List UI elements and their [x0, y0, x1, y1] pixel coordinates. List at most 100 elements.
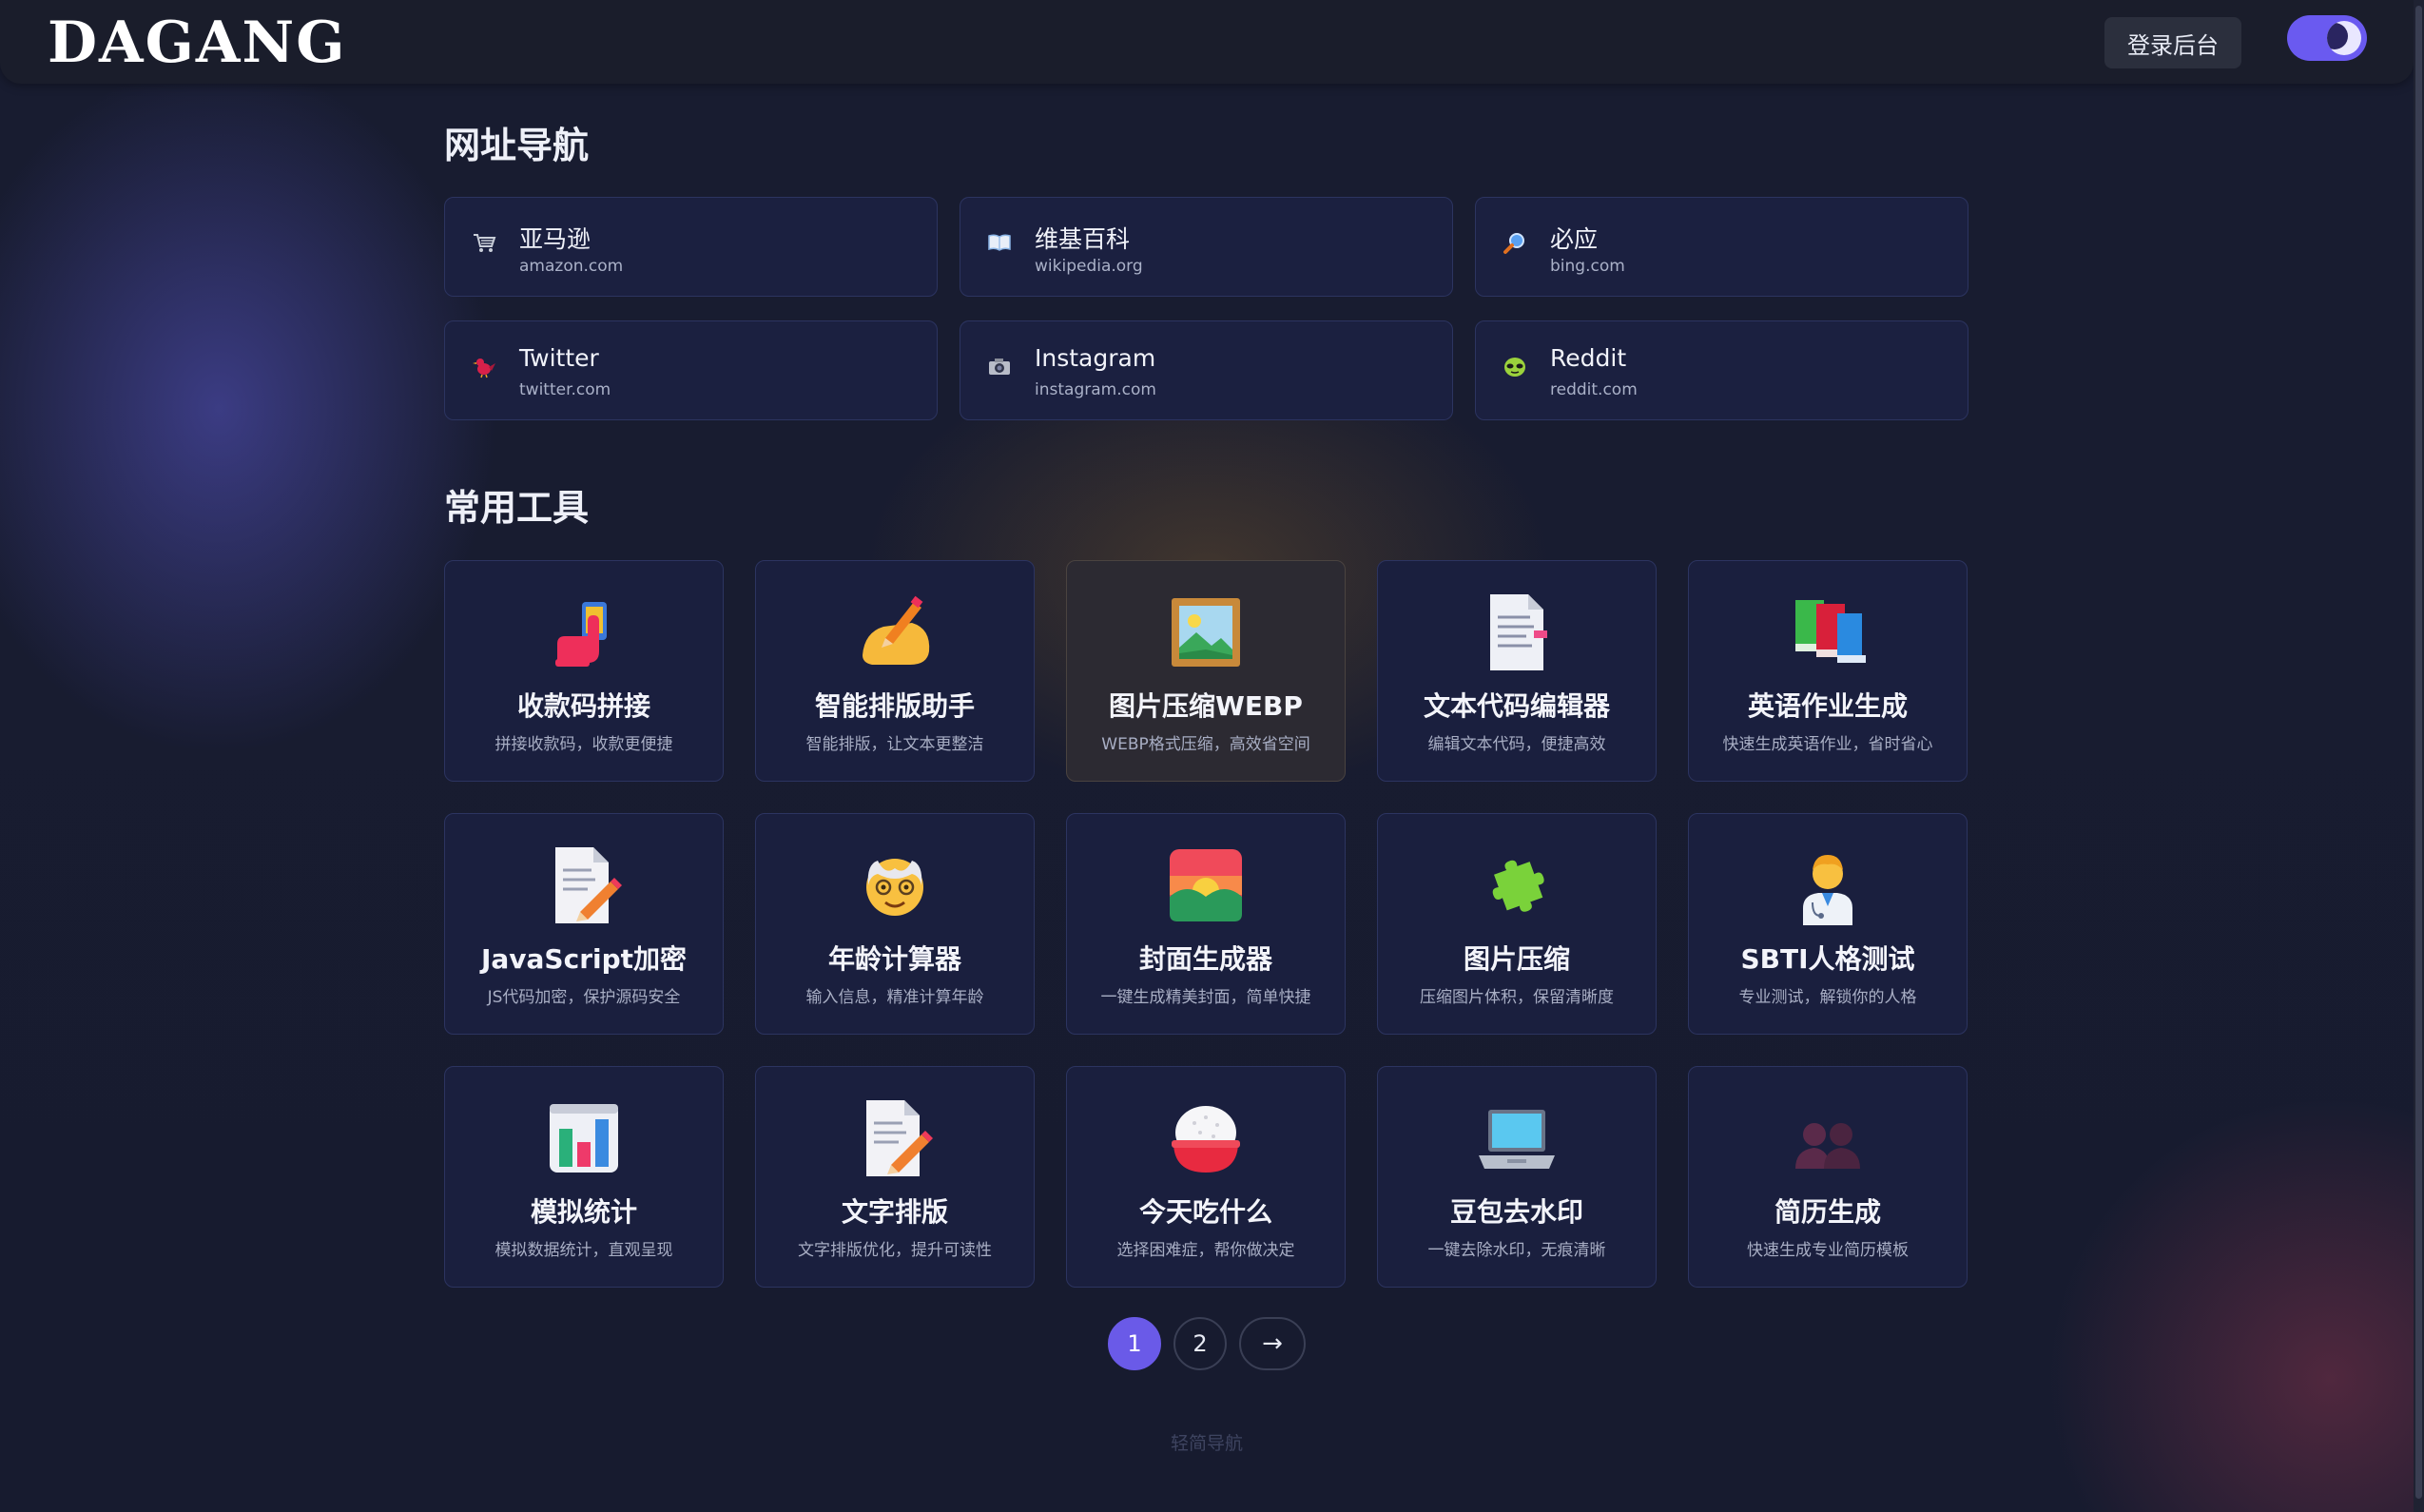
next-page-button[interactable]: → — [1239, 1317, 1306, 1370]
tool-card[interactable]: JavaScript加密 JS代码加密，保护源码安全 — [444, 813, 724, 1035]
laptop-icon — [1378, 1099, 1656, 1177]
old-man-icon — [756, 846, 1034, 924]
tool-card[interactable]: 模拟统计 模拟数据统计，直观呈现 — [444, 1066, 724, 1288]
tool-card-name: 智能排版助手 — [814, 690, 975, 722]
books-icon — [1689, 593, 1967, 671]
nav-card-url: reddit.com — [1550, 380, 1638, 399]
nav-card-reddit[interactable]: Reddit reddit.com — [1475, 320, 1968, 420]
page-button-1[interactable]: 1 — [1108, 1317, 1161, 1370]
nav-card-url: instagram.com — [1035, 380, 1156, 399]
nav-card-name: Reddit — [1550, 344, 1627, 372]
nav-card-bing[interactable]: 必应 bing.com — [1475, 197, 1968, 297]
tool-grid: 收款码拼接 拼接收款码，收款更便捷 智能排版助手 智能排版，让文本更整洁 图片压… — [444, 560, 1968, 1288]
tool-card[interactable]: 文本代码编辑器 编辑文本代码，便捷高效 — [1377, 560, 1657, 782]
top-header: DAGANG 登录后台 — [0, 0, 2414, 84]
page-button-2[interactable]: 2 — [1173, 1317, 1227, 1370]
nav-card-instagram[interactable]: Instagram instagram.com — [960, 320, 1453, 420]
tool-card-desc: 智能排版，让文本更整洁 — [805, 735, 984, 754]
pagination: 1 2 → — [1108, 1317, 1306, 1370]
nav-card-name: Twitter — [519, 344, 599, 372]
sunrise-icon — [1067, 846, 1345, 924]
tool-card-desc: 压缩图片体积，保留清晰度 — [1420, 988, 1614, 1007]
tool-card-name: 封面生成器 — [1138, 943, 1272, 975]
theme-toggle[interactable] — [2287, 15, 2367, 61]
tool-card-desc: 快速生成专业简历模板 — [1747, 1241, 1909, 1260]
tool-card-name: 豆包去水印 — [1449, 1196, 1583, 1228]
tool-card-name: 英语作业生成 — [1747, 690, 1908, 722]
footer-text: 轻简导航 — [1170, 1433, 1243, 1454]
tool-card-name: SBTI人格测试 — [1740, 943, 1915, 975]
tool-card-desc: 专业测试，解锁你的人格 — [1738, 988, 1917, 1007]
book-icon — [987, 232, 1016, 253]
framed-picture-icon — [1067, 593, 1345, 671]
memo-icon — [445, 846, 723, 924]
people-icon — [1689, 1099, 1967, 1177]
tool-card-name: JavaScript加密 — [480, 943, 688, 975]
tool-card[interactable]: 英语作业生成 快速生成英语作业，省时省心 — [1688, 560, 1968, 782]
rice-bowl-icon — [1067, 1099, 1345, 1177]
tool-card[interactable]: 收款码拼接 拼接收款码，收款更便捷 — [444, 560, 724, 782]
tool-card-name: 年龄计算器 — [827, 943, 961, 975]
tool-card[interactable]: 简历生成 快速生成专业简历模板 — [1688, 1066, 1968, 1288]
login-button[interactable]: 登录后台 — [2104, 17, 2241, 68]
tool-card[interactable]: 图片压缩WEBP WEBP格式压缩，高效省空间 — [1066, 560, 1346, 782]
doctor-icon — [1689, 846, 1967, 925]
nav-section-title: 网址导航 — [444, 125, 590, 166]
page: DAGANG 登录后台 网址导航 亚马逊 amazon.com 维基百科 wik… — [0, 0, 2424, 1512]
nav-card-name: 维基百科 — [1035, 225, 1131, 253]
nav-card-url: amazon.com — [519, 257, 624, 276]
nav-grid: 亚马逊 amazon.com 维基百科 wikipedia.org 必应 bin… — [444, 197, 1968, 420]
tool-card-name: 简历生成 — [1774, 1196, 1881, 1228]
nav-card-amazon[interactable]: 亚马逊 amazon.com — [444, 197, 938, 297]
site-logo[interactable]: DAGANG — [48, 11, 346, 74]
tool-card-name: 模拟统计 — [530, 1196, 637, 1228]
nav-card-name: 亚马逊 — [519, 225, 591, 253]
tool-card-desc: 选择困难症，帮你做决定 — [1116, 1241, 1295, 1260]
tool-card[interactable]: 图片压缩 压缩图片体积，保留清晰度 — [1377, 813, 1657, 1035]
memo-icon — [756, 1099, 1034, 1177]
tool-card-name: 图片压缩WEBP — [1109, 690, 1303, 722]
nav-card-url: twitter.com — [519, 380, 611, 399]
tool-card-desc: 一键去除水印，无痕清晰 — [1427, 1241, 1606, 1260]
bird-icon — [472, 356, 500, 378]
camera-icon — [987, 356, 1016, 377]
nav-card-name: Instagram — [1035, 344, 1156, 372]
tool-card-name: 文字排版 — [841, 1196, 948, 1228]
cart-icon — [472, 232, 500, 255]
tool-card-desc: 拼接收款码，收款更便捷 — [494, 735, 673, 754]
puzzle-icon — [1378, 846, 1656, 924]
tool-card[interactable]: 今天吃什么 选择困难症，帮你做决定 — [1066, 1066, 1346, 1288]
alien-icon — [1503, 356, 1531, 378]
tool-card-desc: 模拟数据统计，直观呈现 — [494, 1241, 673, 1260]
bar-chart-icon — [445, 1099, 723, 1177]
tools-section-title: 常用工具 — [444, 487, 590, 529]
writing-hand-icon — [756, 593, 1034, 671]
tool-card-name: 今天吃什么 — [1138, 1196, 1272, 1228]
tool-card-desc: 文字排版优化，提升可读性 — [798, 1241, 992, 1260]
tool-card-name: 收款码拼接 — [516, 690, 650, 722]
nav-card-wikipedia[interactable]: 维基百科 wikipedia.org — [960, 197, 1453, 297]
tool-card[interactable]: SBTI人格测试 专业测试，解锁你的人格 — [1688, 813, 1968, 1035]
tool-card-desc: JS代码加密，保护源码安全 — [487, 988, 681, 1007]
tool-card-desc: 编辑文本代码，便捷高效 — [1427, 735, 1606, 754]
tool-card[interactable]: 年龄计算器 输入信息，精准计算年龄 — [755, 813, 1035, 1035]
tool-card-desc: 快速生成英语作业，省时省心 — [1722, 735, 1933, 754]
tool-card[interactable]: 封面生成器 一键生成精美封面，简单快捷 — [1066, 813, 1346, 1035]
phone-hand-icon — [445, 593, 723, 671]
nav-card-url: bing.com — [1550, 257, 1625, 276]
nav-card-twitter[interactable]: Twitter twitter.com — [444, 320, 938, 420]
scrollbar-thumb[interactable] — [2415, 6, 2422, 1499]
magnifier-icon — [1503, 232, 1531, 255]
document-icon — [1378, 593, 1656, 671]
moon-icon — [2327, 21, 2361, 55]
nav-card-name: 必应 — [1550, 225, 1599, 253]
tool-card-desc: 一键生成精美封面，简单快捷 — [1100, 988, 1311, 1007]
tool-card[interactable]: 豆包去水印 一键去除水印，无痕清晰 — [1377, 1066, 1657, 1288]
tool-card[interactable]: 文字排版 文字排版优化，提升可读性 — [755, 1066, 1035, 1288]
tool-card-desc: 输入信息，精准计算年龄 — [805, 988, 984, 1007]
tool-card-name: 文本代码编辑器 — [1423, 690, 1610, 722]
nav-card-url: wikipedia.org — [1035, 257, 1143, 276]
tool-card-desc: WEBP格式压缩，高效省空间 — [1101, 735, 1310, 754]
tool-card-name: 图片压缩 — [1463, 943, 1570, 975]
tool-card[interactable]: 智能排版助手 智能排版，让文本更整洁 — [755, 560, 1035, 782]
